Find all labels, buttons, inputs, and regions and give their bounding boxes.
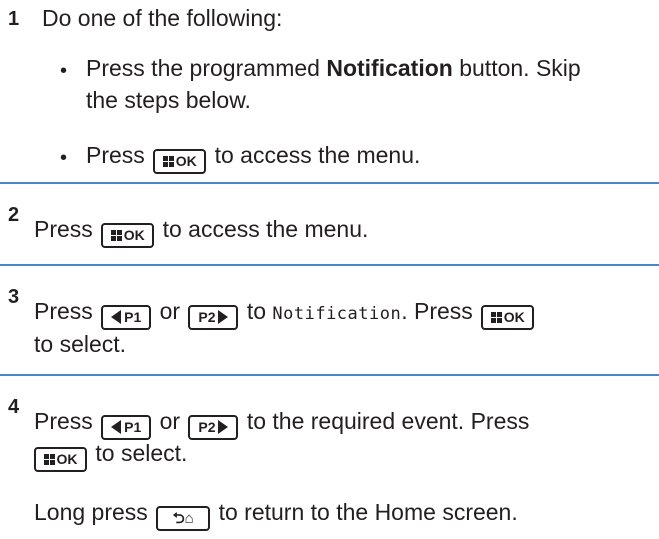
step-number-2: 2 bbox=[8, 204, 20, 226]
step-2-text: Press OK to access the menu. bbox=[34, 214, 368, 248]
return-home-text-post: to return to the Home screen. bbox=[218, 499, 518, 525]
step-divider-2 bbox=[0, 264, 659, 266]
step-number-1: 1 bbox=[8, 8, 20, 30]
step-3-text-post: . Press bbox=[401, 298, 473, 324]
p1-left-key-icon: P1 bbox=[101, 415, 152, 440]
step-3-to: to bbox=[246, 298, 266, 324]
option-1-text-pre: Press the programmed bbox=[86, 55, 327, 81]
menu-ok-key-icon: OK bbox=[153, 149, 207, 174]
step-divider-1 bbox=[0, 182, 659, 184]
return-home-text-pre: Long press bbox=[34, 499, 148, 525]
step-3-or: or bbox=[159, 298, 181, 324]
back-home-key-icon: ⮌⌂ bbox=[156, 506, 211, 531]
step-divider-3 bbox=[0, 374, 659, 376]
step-1-intro: Do one of the following: bbox=[42, 5, 283, 31]
bullet-1: • bbox=[60, 60, 68, 82]
step-2-text-post: to access the menu. bbox=[162, 216, 369, 242]
step-2-text-pre: Press bbox=[34, 216, 93, 242]
p1-left-key-icon: P1 bbox=[101, 305, 152, 330]
step-4-line-2: OK to select. bbox=[34, 438, 187, 472]
step-3-line-2: to select. bbox=[34, 331, 127, 357]
procedure-page: 1 Do one of the following: • Press the p… bbox=[0, 0, 659, 539]
menu-ok-key-icon: OK bbox=[34, 447, 87, 472]
step-4-or: or bbox=[159, 408, 181, 434]
menu-item-notification: Notification bbox=[272, 304, 402, 324]
step-3-text-pre: Press bbox=[34, 298, 93, 324]
step-4-line-1: Press P1 or P2 to the required event. Pr… bbox=[34, 406, 529, 440]
menu-ok-key-icon: OK bbox=[101, 223, 155, 248]
step-1-option-1-line-2: the steps below. bbox=[86, 87, 251, 113]
step-number-3: 3 bbox=[8, 286, 20, 308]
menu-ok-key-icon: OK bbox=[481, 305, 535, 330]
return-home-note: Long press ⮌⌂ to return to the Home scre… bbox=[34, 497, 518, 531]
p2-right-key-icon: P2 bbox=[188, 415, 239, 440]
step-1-option-1-line-1: Press the programmed Notification button… bbox=[86, 53, 581, 83]
option-2-text-pre: Press bbox=[86, 142, 145, 168]
p2-right-key-icon: P2 bbox=[188, 305, 239, 330]
notification-button-label: Notification bbox=[326, 55, 453, 81]
step-3-line-1: Press P1 or P2 to Notification. Press OK bbox=[34, 296, 536, 330]
step-1-option-2: Press OK to access the menu. bbox=[86, 140, 420, 174]
step-4-text-pre: Press bbox=[34, 408, 93, 434]
step-4-line-2-text: to select. bbox=[95, 440, 188, 466]
step-number-4: 4 bbox=[8, 396, 20, 418]
bullet-2: • bbox=[60, 147, 68, 169]
option-1-text-post: button. Skip bbox=[452, 55, 581, 81]
step-4-text-post: to the required event. Press bbox=[246, 408, 530, 434]
option-2-text-post: to access the menu. bbox=[214, 142, 421, 168]
